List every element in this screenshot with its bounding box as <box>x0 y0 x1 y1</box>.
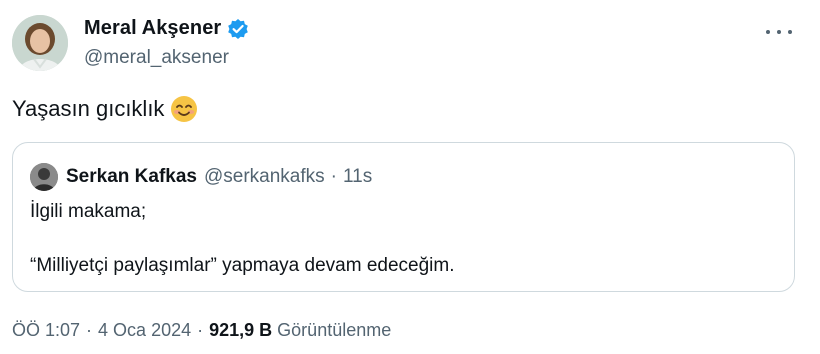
tweet-text-content: Yaşasın gıcıklık <box>12 96 165 121</box>
quoted-separator: · <box>330 166 337 187</box>
views-label: Görüntülenme <box>277 320 392 340</box>
author-avatar[interactable] <box>12 15 68 71</box>
more-options-icon[interactable] <box>766 22 792 42</box>
tweet-text: Yaşasın gıcıklık <box>12 95 198 123</box>
tweet-time[interactable]: ÖÖ 1:07 <box>12 320 80 341</box>
meta-separator: · <box>86 320 93 340</box>
author-handle[interactable]: @meral_aksener <box>84 47 229 69</box>
views-count: 921,9 B <box>209 320 273 340</box>
quoted-display-name[interactable]: Serkan Kafkas <box>66 166 197 188</box>
quoted-handle[interactable]: @serkankafks <box>204 166 325 188</box>
tweet-meta: ÖÖ 1:07 · 4 Oca 2024 · 921,9 B Görüntüle… <box>12 320 391 341</box>
quoted-text-line-1: İlgili makama; <box>30 201 147 222</box>
author-display-name[interactable]: Meral Akşener <box>84 17 221 40</box>
quoted-tweet-card[interactable]: Serkan Kafkas @serkankafks · 11s İlgili … <box>12 142 795 292</box>
quoted-author-avatar[interactable] <box>30 163 58 191</box>
quoted-timestamp[interactable]: 11s <box>343 166 372 188</box>
meta-separator: · <box>197 320 204 340</box>
verified-badge-icon <box>227 18 249 40</box>
author-name-row: Meral Akşener <box>84 17 249 40</box>
smiling-face-emoji-icon <box>170 95 198 123</box>
quoted-text-line-2: “Milliyetçi paylaşımlar” yapmaya devam e… <box>30 255 455 276</box>
quoted-tweet-header: Serkan Kafkas @serkankafks · 11s <box>30 163 372 191</box>
tweet-date[interactable]: 4 Oca 2024 <box>98 320 191 341</box>
